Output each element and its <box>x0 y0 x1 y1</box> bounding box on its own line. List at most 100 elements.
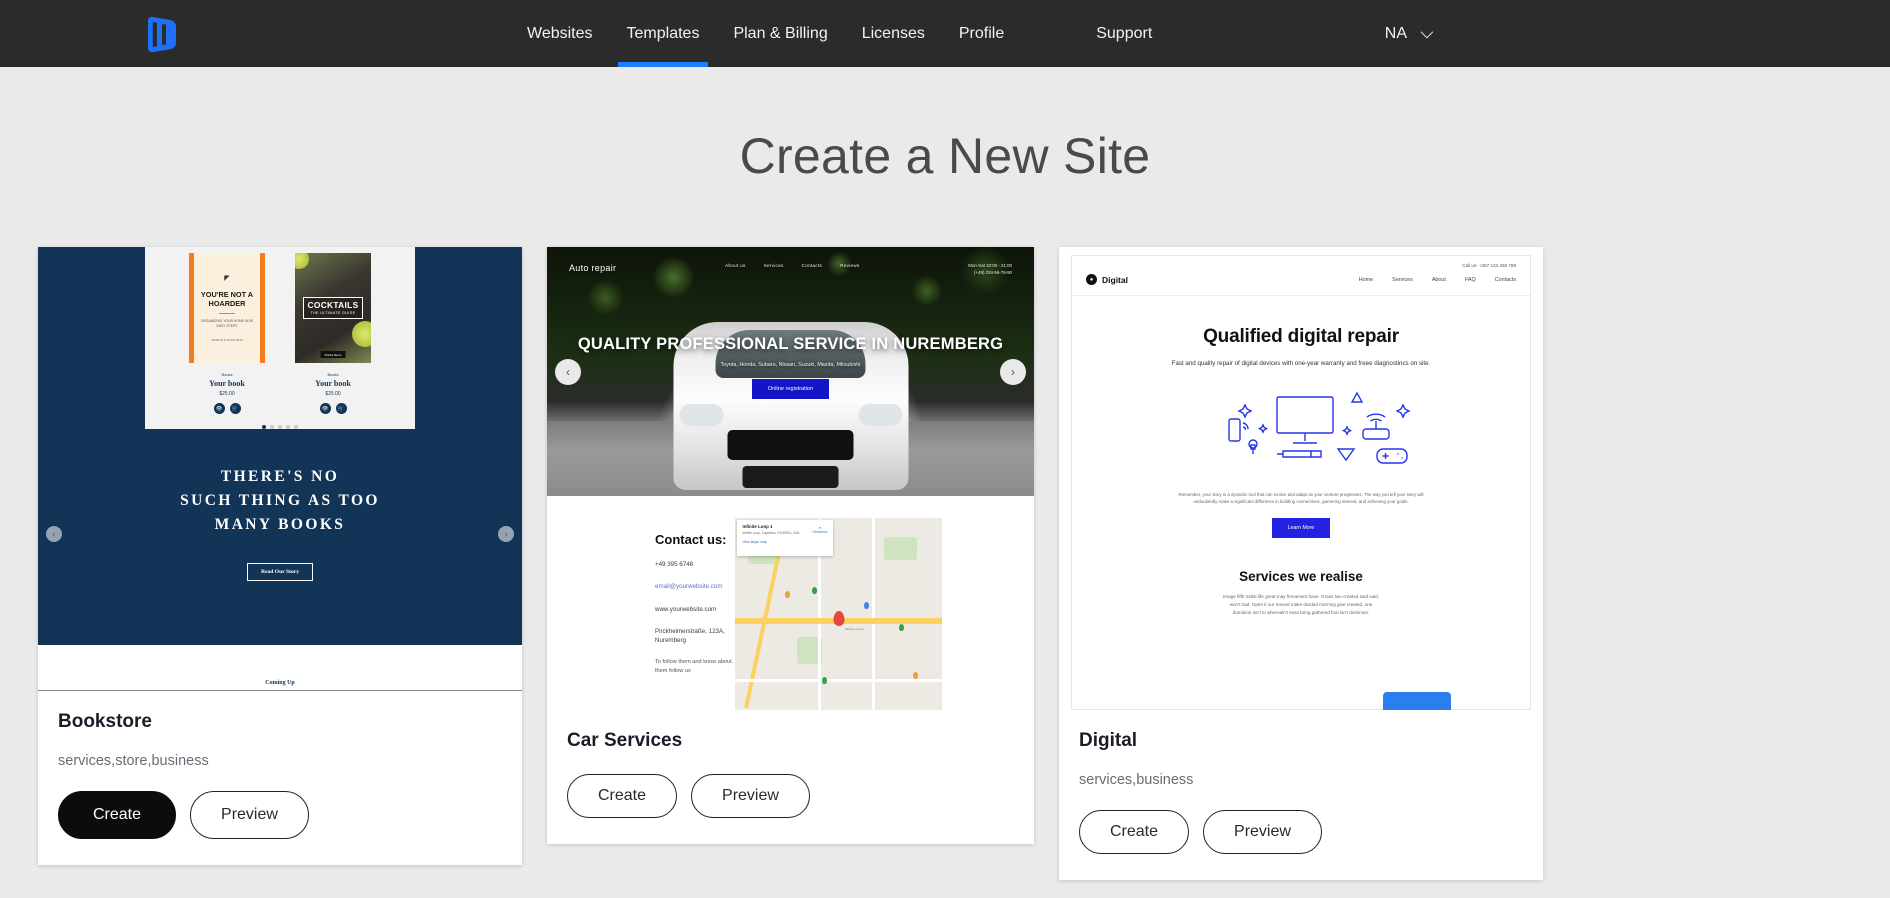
publisher-mark-icon: ◤ <box>224 274 230 282</box>
template-card-bookstore[interactable]: ◤ YOU'RE NOT A HOARDER ORGANIZING YOUR H… <box>38 247 522 865</box>
nav-item-plan-billing[interactable]: Plan & Billing <box>716 0 844 67</box>
carousel-dot[interactable] <box>270 425 274 429</box>
preview-button[interactable]: Preview <box>190 791 309 839</box>
book-meta: Books Your book $25.00 <box>295 372 371 397</box>
digital-site-frame: Call us: +357 123 456 789 ● Digital Home… <box>1071 255 1531 710</box>
book-cover-title: COCKTAILS <box>307 299 359 310</box>
carousel-dot[interactable] <box>286 425 290 429</box>
car-nav-item[interactable]: About us <box>725 263 746 268</box>
monitor-stand <box>1293 432 1317 444</box>
book-cover-subtitle: THE ULTIMATE GUIDE <box>310 311 356 316</box>
grille <box>727 430 854 460</box>
create-button[interactable]: Create <box>58 791 177 839</box>
contact-website[interactable]: www.yourwebsite.com <box>655 605 735 614</box>
digital-hero: Qualified digital repair Fast and qualit… <box>1072 326 1530 369</box>
card-actions: Create Preview <box>1079 810 1523 854</box>
book-cover-hoarder: ◤ YOU'RE NOT A HOARDER ORGANIZING YOUR H… <box>189 253 265 363</box>
digital-nav-item[interactable]: Services <box>1392 277 1413 283</box>
digital-illustration <box>1072 383 1530 491</box>
bookstore-hero-heading: THERE'S NO SUCH THING AS TOO MANY BOOKS <box>38 465 522 537</box>
template-thumbnail-digital[interactable]: Call us: +357 123 456 789 ● Digital Home… <box>1059 247 1543 710</box>
car-nav-item[interactable]: Services <box>764 263 784 268</box>
digital-nav-item[interactable]: FAQ <box>1465 277 1476 283</box>
car-site-nav: About us Services Contacts Reviews <box>725 263 860 268</box>
read-our-story-button[interactable]: Read Our Story <box>246 563 314 582</box>
create-button[interactable]: Create <box>1079 810 1190 854</box>
digital-subheadline: Fast and quality repair of digital devic… <box>1171 360 1431 367</box>
card-title: Digital <box>1079 730 1138 751</box>
car-site-header: Auto repair About us Services Contacts R… <box>547 247 1034 292</box>
directions-label: Directions <box>812 530 828 534</box>
top-navigation-bar: Websites Templates Plan & Billing Licens… <box>0 0 1890 67</box>
map-directions-button[interactable]: ➜ Directions <box>812 526 827 534</box>
nav-item-licenses[interactable]: Licenses <box>845 0 942 67</box>
template-thumbnail-bookstore[interactable]: ◤ YOU'RE NOT A HOARDER ORGANIZING YOUR H… <box>38 247 522 691</box>
sparkle-icon <box>1395 403 1411 419</box>
digital-brand[interactable]: ● Digital <box>1086 274 1128 285</box>
plug-icon <box>1250 444 1256 454</box>
card-footer: Bookstore services,store,business Create… <box>38 691 522 865</box>
car-brands-list: Toyota, Honda, Subaru, Nissan, Suzuki, M… <box>720 362 861 369</box>
map-poi-icon <box>822 677 828 685</box>
map-poi-icon <box>863 602 869 610</box>
hero-line: THERE'S NO <box>220 468 340 485</box>
book-cover-subtitle: ORGANIZING YOUR HOME IN 30 EASY STEPS <box>200 319 254 328</box>
card-actions: Create Preview <box>567 774 1014 818</box>
nav-label: Profile <box>958 24 1005 42</box>
eye-icon: 👁 <box>213 403 225 414</box>
template-thumbnail-car-services[interactable]: Auto repair About us Services Contacts R… <box>547 247 1034 710</box>
nav-item-support[interactable]: Support <box>1079 0 1169 67</box>
map-info-card: Infinite Loop 1 Infinite Loop, Cupertino… <box>737 520 834 556</box>
create-button[interactable]: Create <box>567 774 678 818</box>
preview-button[interactable]: Preview <box>1203 810 1322 854</box>
car-hero: Auto repair About us Services Contacts R… <box>547 247 1034 496</box>
carousel-next-arrow-icon[interactable]: › <box>1000 358 1026 385</box>
carousel-dot-active[interactable] <box>262 425 266 429</box>
digital-nav-item[interactable]: Home <box>1359 277 1373 283</box>
app-logo[interactable] <box>140 13 180 55</box>
nav-item-websites[interactable]: Websites <box>510 0 610 67</box>
card-tags: services,store,business <box>58 753 209 769</box>
map-location-pin-icon <box>833 610 845 626</box>
view-larger-map-link[interactable]: View larger map <box>742 540 828 544</box>
carousel-prev-arrow-icon[interactable]: ‹ <box>555 358 581 385</box>
car-site-hours: Mon-Sat 10:00 - 21:00 (+49) 234-56-78-90 <box>968 263 1012 276</box>
bookstore-preview: ◤ YOU'RE NOT A HOARDER ORGANIZING YOUR H… <box>38 247 522 691</box>
template-card-car-services[interactable]: Auto repair About us Services Contacts R… <box>547 247 1034 844</box>
digital-section-body: Image fifth midst life great may firmame… <box>1223 594 1379 615</box>
digital-body-copy: Remember, your story is a dynamic tool t… <box>1072 491 1530 539</box>
book-list: ◤ YOU'RE NOT A HOARDER ORGANIZING YOUR H… <box>145 247 415 414</box>
preview-button[interactable]: Preview <box>691 774 810 818</box>
contact-note: To follow them and know about them follo… <box>655 659 732 674</box>
carousel-dots <box>145 425 415 429</box>
card-actions: Create Preview <box>58 791 502 839</box>
digital-nav-item[interactable]: Contacts <box>1495 277 1516 283</box>
contact-map[interactable]: Infinite Loop 1 Infinite Loop 1 Infinite… <box>735 518 942 710</box>
screwdriver-icon <box>1277 450 1322 458</box>
account-menu[interactable]: NA <box>1385 25 1434 43</box>
digital-nav-item[interactable]: About <box>1432 277 1446 283</box>
map-poi-icon <box>913 671 919 679</box>
device-icons-illustration <box>1228 391 1411 464</box>
nav-label: Licenses <box>861 24 925 42</box>
nav-item-profile[interactable]: Profile <box>942 0 1021 67</box>
nav-item-templates[interactable]: Templates <box>610 0 717 67</box>
car-hero-overlay: QUALITY PROFESSIONAL SERVICE IN NUREMBER… <box>547 335 1034 400</box>
car-nav-item[interactable]: Contacts <box>802 263 823 268</box>
sparkle-icon <box>1237 403 1253 419</box>
contact-email[interactable]: email@yourwebsite.com <box>655 582 735 591</box>
digital-preview: Call us: +357 123 456 789 ● Digital Home… <box>1059 247 1543 710</box>
contact-heading: Contact us: <box>655 532 727 547</box>
car-nav-item[interactable]: Reviews <box>840 263 859 268</box>
book-cover-band: COCKTAILS THE ULTIMATE GUIDE <box>302 296 364 320</box>
book-category: Books <box>327 372 339 377</box>
carousel-dot[interactable] <box>278 425 282 429</box>
carousel-dot[interactable] <box>294 425 298 429</box>
template-card-digital[interactable]: Call us: +357 123 456 789 ● Digital Home… <box>1059 247 1543 880</box>
car-contact-details: Contact us: +49 395 6748 email@yourwebsi… <box>547 518 735 710</box>
bookstore-hero: THERE'S NO SUCH THING AS TOO MANY BOOKS … <box>38 465 522 582</box>
learn-more-button[interactable]: Learn More <box>1271 518 1331 539</box>
book-item: ◤ YOU'RE NOT A HOARDER ORGANIZING YOUR H… <box>189 253 265 414</box>
headlight-left <box>679 404 723 426</box>
online-registration-button[interactable]: Online registration <box>751 379 830 400</box>
